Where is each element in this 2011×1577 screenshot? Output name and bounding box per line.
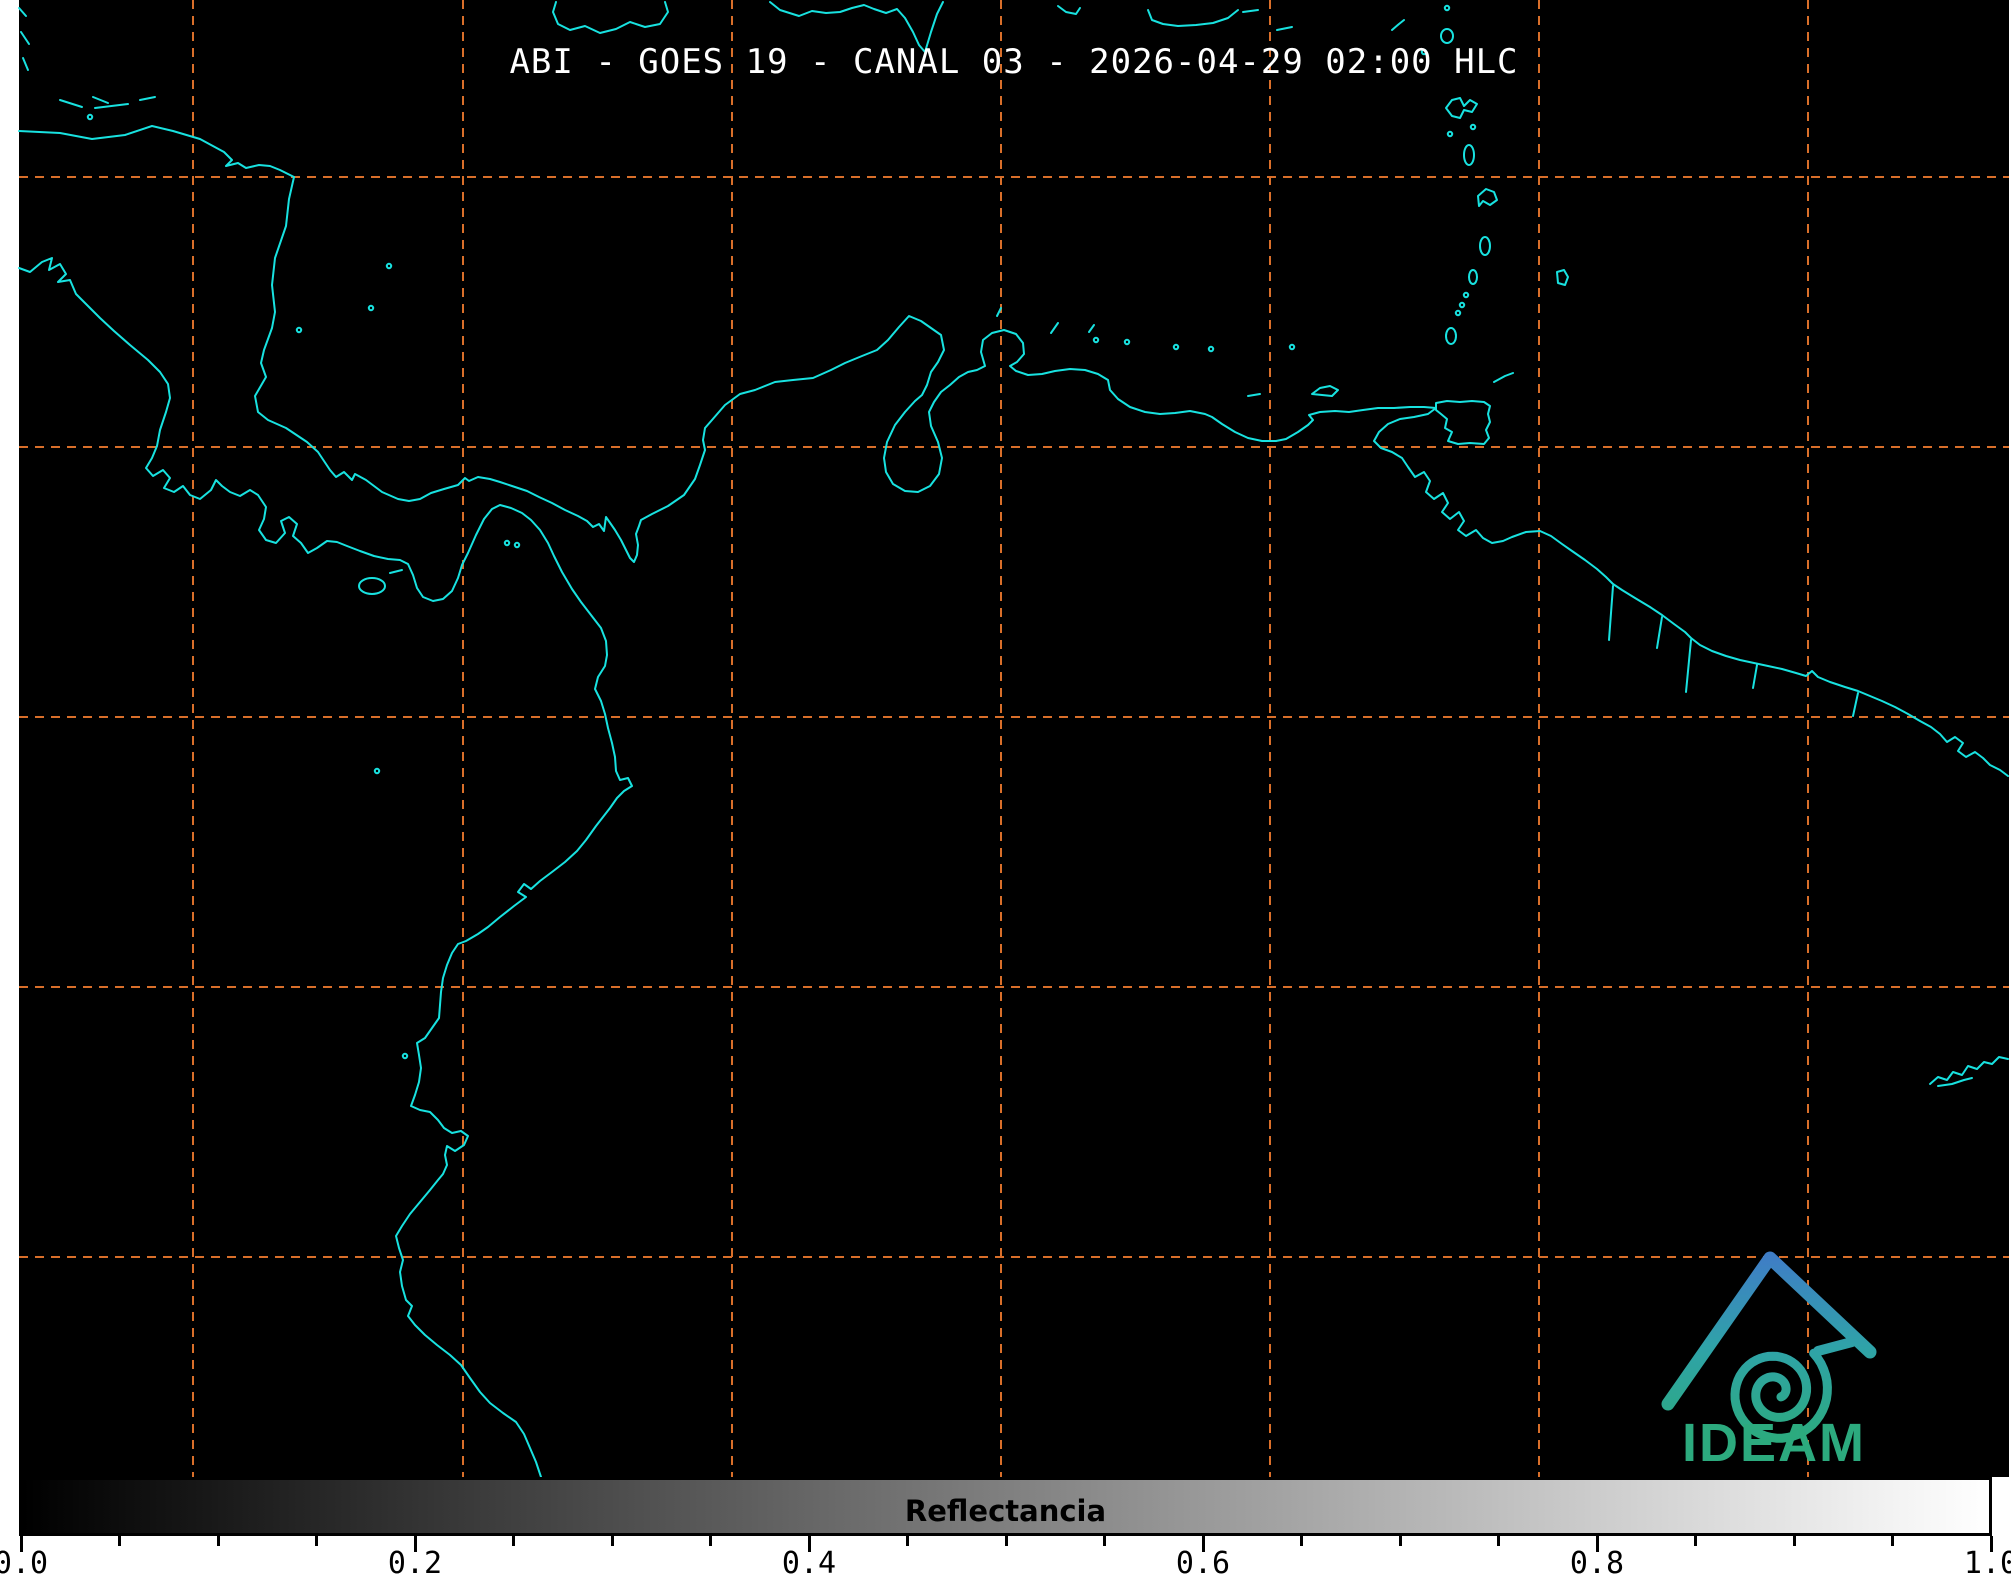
colorbar-minor-tick: [512, 1536, 515, 1546]
colorbar-minor-tick: [1103, 1536, 1106, 1546]
colorbar-minor-tick: [1891, 1536, 1894, 1546]
colorbar-tick-label: 0.6: [1175, 1546, 1231, 1577]
colorbar-gradient: Reflectancia: [19, 1477, 1992, 1536]
colorbar-tick-label: 0.2: [387, 1546, 443, 1577]
colorbar-minor-tick: [1792, 1536, 1796, 1546]
colorbar-minor-tick: [315, 1536, 318, 1546]
colorbar-tick-label: 0.8: [1569, 1546, 1625, 1577]
colorbar-minor-tick: [1300, 1536, 1303, 1546]
colorbar-minor-tick: [1004, 1536, 1008, 1546]
colorbar-tick-label: 0.0: [0, 1546, 49, 1577]
map-background: [19, 0, 2009, 1477]
colorbar-tick-label: 1.0: [1963, 1546, 2011, 1577]
colorbar-minor-tick: [118, 1536, 121, 1546]
map-canvas: IDEAM: [18, 0, 2009, 1478]
colorbar-minor-tick: [1694, 1536, 1697, 1546]
colorbar-minor-tick: [1398, 1536, 1402, 1546]
colorbar-label: Reflectancia: [904, 1494, 1107, 1528]
colorbar-minor-tick: [906, 1536, 909, 1546]
map-title: ABI - GOES 19 - CANAL 03 - 2026-04-29 02…: [509, 42, 1519, 82]
colorbar-minor-tick: [610, 1536, 614, 1546]
ideam-logo-text: IDEAM: [1682, 1413, 1866, 1473]
satellite-image-figure: IDEAM ABI - GOES 19 - CANAL 03 - 2026-04…: [0, 0, 2011, 1577]
colorbar-minor-tick: [709, 1536, 712, 1546]
colorbar-minor-tick: [216, 1536, 220, 1546]
colorbar-tick-label: 0.4: [781, 1546, 837, 1577]
colorbar-minor-tick: [1497, 1536, 1500, 1546]
